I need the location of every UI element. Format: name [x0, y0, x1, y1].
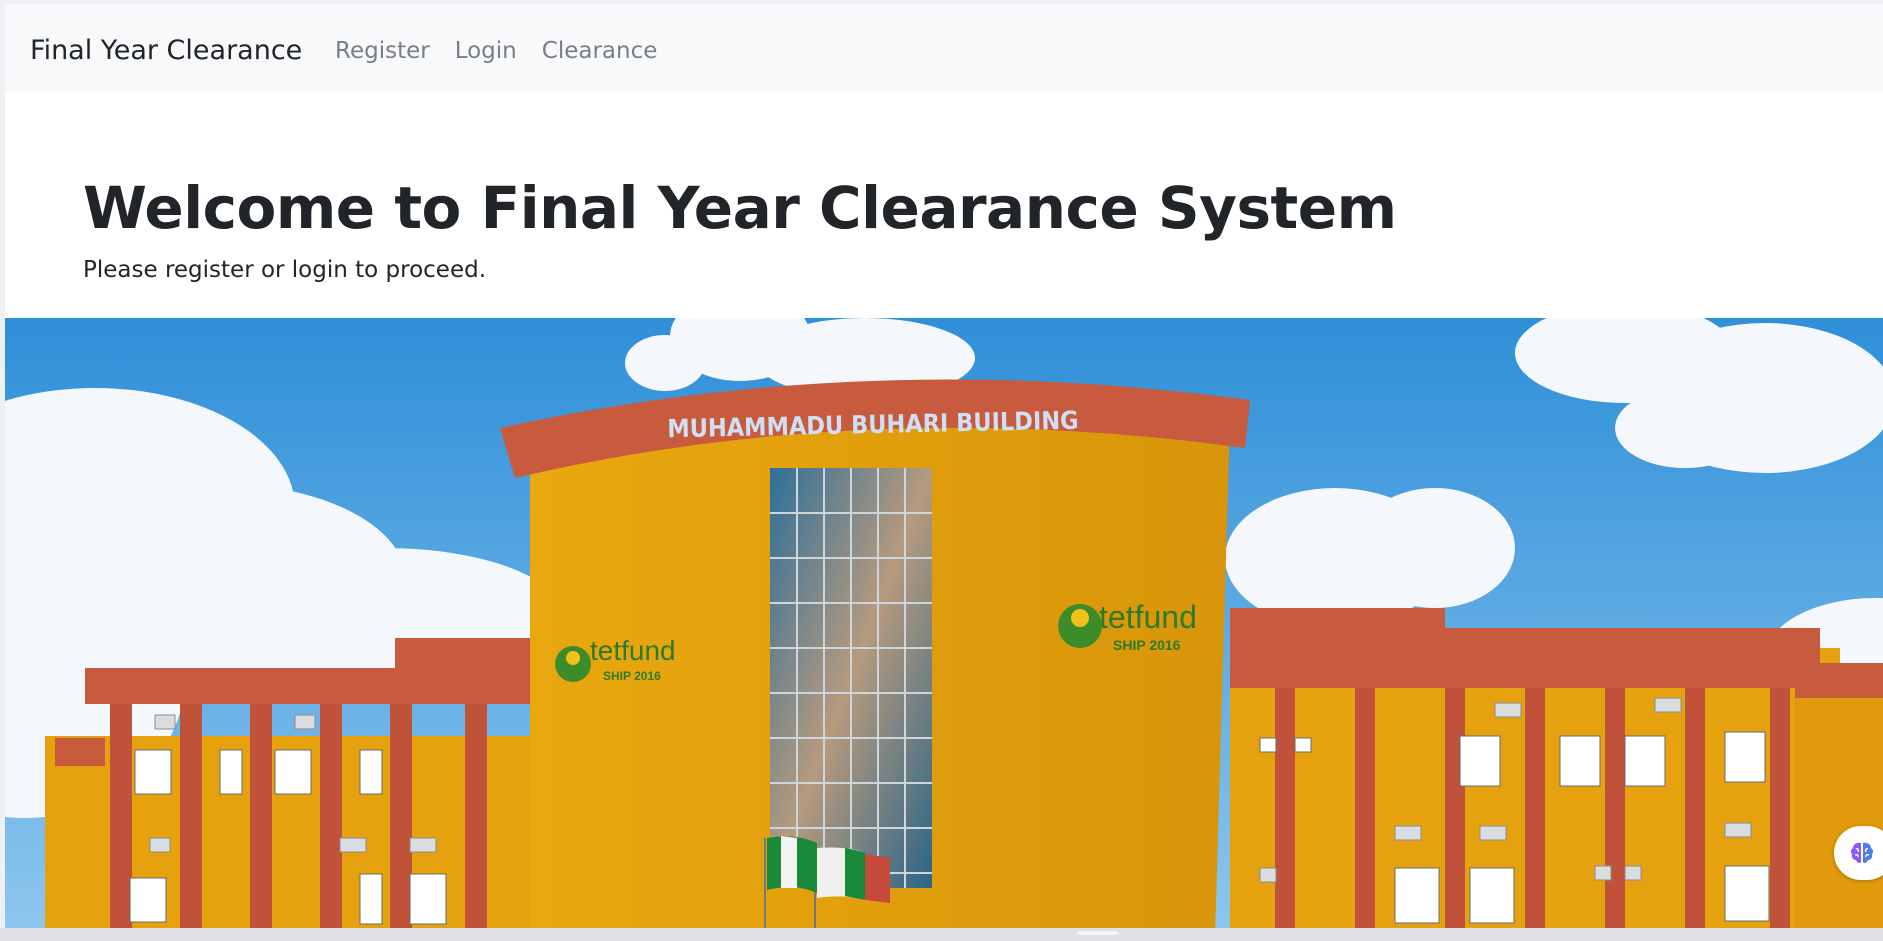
window-bottom-edge	[0, 928, 1883, 941]
svg-text:SHIP 2016: SHIP 2016	[603, 669, 661, 683]
nav-link-clearance[interactable]: Clearance	[542, 37, 658, 65]
left-wing	[45, 638, 545, 928]
scroll-indicator	[1078, 931, 1118, 935]
page-title: Welcome to Final Year Clearance System	[83, 174, 1397, 242]
svg-text:tetfund: tetfund	[590, 635, 676, 666]
nav-link-login[interactable]: Login	[455, 37, 517, 65]
right-wing	[1230, 608, 1883, 928]
assistant-button[interactable]	[1834, 826, 1883, 880]
page: Final Year Clearance Register Login Clea…	[5, 4, 1883, 928]
navbar-brand[interactable]: Final Year Clearance	[30, 34, 302, 68]
building-banner-image: MUHAMMADU BUHARI BUILDING tetfund SHIP 2…	[5, 318, 1883, 928]
hero-section: Welcome to Final Year Clearance System P…	[83, 172, 1397, 284]
navbar: Final Year Clearance Register Login Clea…	[5, 4, 1883, 93]
hero-subtext: Please register or login to proceed.	[83, 257, 487, 283]
svg-text:SHIP 2016: SHIP 2016	[1113, 637, 1181, 653]
nav-links: Register Login Clearance	[335, 37, 682, 65]
building-photo: MUHAMMADU BUHARI BUILDING tetfund SHIP 2…	[5, 318, 1883, 928]
tetfund-logo-right: tetfund SHIP 2016	[1058, 599, 1197, 653]
brain-icon	[1850, 842, 1874, 864]
svg-text:tetfund: tetfund	[1099, 599, 1197, 635]
nav-link-register[interactable]: Register	[335, 37, 430, 65]
